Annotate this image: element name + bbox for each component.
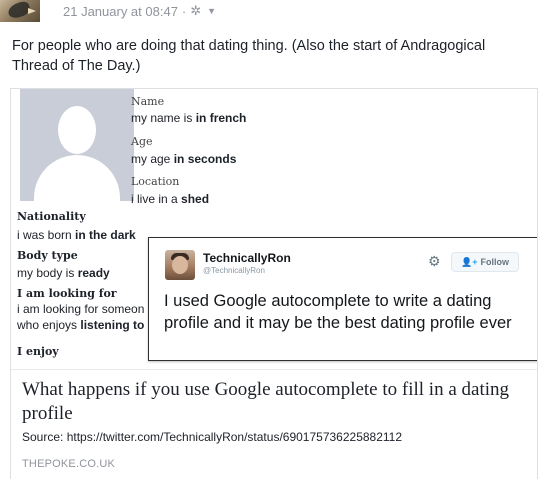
post-body-text: For people who are doing that dating thi… <box>12 38 486 74</box>
meta-separator: · <box>181 3 187 19</box>
looking-for-value-2: who enjoys listening to <box>17 318 145 332</box>
link-caption[interactable]: What happens if you use Google autocompl… <box>11 369 537 479</box>
tweet-text: I used Google autocomplete to write a da… <box>164 292 512 332</box>
looking-for-label: I am looking for <box>17 287 117 300</box>
body-type-label: Body type <box>17 249 78 262</box>
location-label: Location <box>131 175 180 188</box>
age-value: my age in seconds <box>131 152 237 166</box>
page-avatar[interactable] <box>0 0 40 22</box>
enjoy-label: I enjoy <box>17 345 59 358</box>
age-label: Age <box>131 135 153 148</box>
link-source: Source: https://twitter.com/TechnicallyR… <box>22 430 403 444</box>
gear-icon[interactable]: ✲ <box>190 3 201 19</box>
chevron-down-icon[interactable]: ▼ <box>207 6 216 16</box>
default-profile-picture <box>20 89 134 201</box>
post-meta: 21 January at 08:47 · ✲ ▼ <box>63 3 216 19</box>
link-title[interactable]: What happens if you use Google autocompl… <box>22 378 527 426</box>
post-timestamp[interactable]: 21 January at 08:47 <box>63 4 178 19</box>
tweet-author-avatar[interactable] <box>165 250 195 280</box>
post-header: 21 January at 08:47 · ✲ ▼ <box>0 0 548 30</box>
link-preview-image[interactable]: Name my name is in french Age my age in … <box>11 89 537 369</box>
nationality-value: i was born in the dark <box>17 228 136 242</box>
link-domain: THEPOKE.CO.UK <box>22 458 116 470</box>
embedded-tweet[interactable]: TechnicallyRon @TechnicallyRon ⚙ 👤+ Follo… <box>148 237 537 361</box>
body-type-value: my body is ready <box>17 266 110 280</box>
add-person-icon: 👤+ <box>461 257 478 267</box>
gear-icon[interactable]: ⚙ <box>428 253 441 270</box>
name-value: my name is in french <box>131 111 247 125</box>
location-value: i live in a shed <box>131 192 210 206</box>
tweet-author-name[interactable]: TechnicallyRon <box>203 251 291 265</box>
follow-label: Follow <box>480 257 509 267</box>
looking-for-value-1: i am looking for someon <box>17 302 145 316</box>
name-label: Name <box>131 95 165 108</box>
follow-button[interactable]: 👤+ Follow <box>451 252 519 272</box>
tweet-author-handle[interactable]: @TechnicallyRon <box>203 266 265 275</box>
link-preview-card[interactable]: Name my name is in french Age my age in … <box>10 88 538 479</box>
nationality-label: Nationality <box>17 210 86 223</box>
